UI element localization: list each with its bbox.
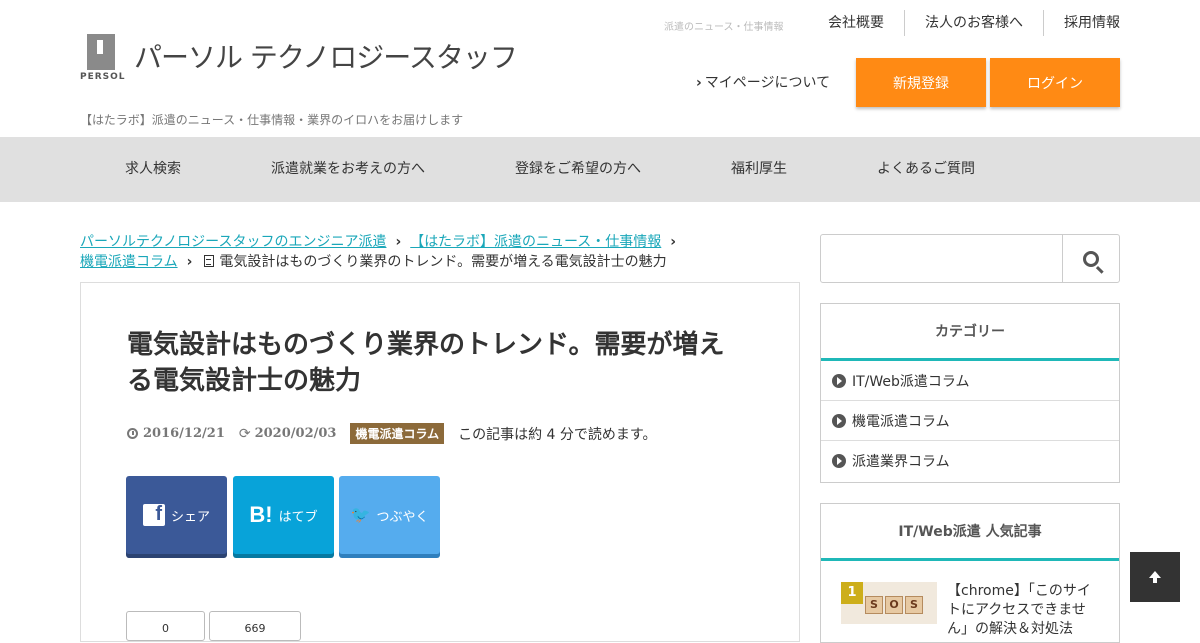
published-date: 2016/12/21: [127, 426, 225, 441]
twitter-bird-icon: 🐦: [350, 507, 371, 524]
top-links: 会社概要 法人のお客様へ 採用情報: [808, 10, 1120, 36]
register-button[interactable]: 新規登録: [856, 58, 986, 107]
arrow-up-icon: [1149, 570, 1161, 583]
category-item-label: 機電派遣コラム: [852, 413, 950, 430]
article-card: 電気設計はものづくり業界のトレンド。需要が増える電気設計士の魅力 2016/12…: [80, 282, 800, 642]
refresh-icon: ⟳: [238, 425, 251, 442]
top-link-corporate[interactable]: 法人のお客様へ: [904, 10, 1043, 36]
play-circle-icon: [832, 454, 846, 468]
published-date-text: 2016/12/21: [143, 426, 225, 441]
breadcrumb: パーソルテクノロジースタッフのエンジニア派遣 › 【はたラボ】派遣のニュース・仕事情…: [80, 232, 800, 272]
play-circle-icon: [832, 413, 846, 428]
mypage-label: マイページについて: [704, 75, 831, 91]
search-button[interactable]: [1063, 235, 1119, 282]
facebook-share-button[interactable]: f シェア: [126, 476, 227, 554]
login-button[interactable]: ログイン: [990, 58, 1120, 107]
persol-logo-icon: PERSOL: [80, 34, 126, 82]
article-meta: 2016/12/21 ⟳ 2020/02/03 機電派遣コラム この記事は約 4…: [127, 423, 657, 444]
share-count-facebook: 0: [126, 611, 205, 641]
nav-item-benefits[interactable]: 福利厚生: [731, 137, 787, 202]
back-to-top-button[interactable]: [1130, 552, 1180, 602]
site-tagline: 【はたラボ】派遣のニュース・仕事情報・業界のイロハをお届けします: [80, 113, 464, 127]
breadcrumb-link-news[interactable]: 【はたラボ】派遣のニュース・仕事情報: [410, 234, 661, 250]
hatena-bookmark-button[interactable]: B! はてブ: [233, 476, 334, 554]
rank-badge: 1: [841, 582, 863, 604]
nav-item-registration[interactable]: 登録をご希望の方へ: [515, 137, 641, 202]
site-header: PERSOL パーソル テクノロジースタッフ 【はたラボ】派遣のニュース・仕事情…: [0, 0, 1200, 137]
category-badge[interactable]: 機電派遣コラム: [350, 423, 445, 444]
article-title: 電気設計はものづくり業界のトレンド。需要が増える電気設計士の魅力: [127, 330, 725, 396]
hatena-bookmark-label: はてブ: [278, 509, 318, 525]
search-box: [820, 234, 1120, 283]
site-logo[interactable]: PERSOL パーソル テクノロジースタッフ: [80, 34, 518, 82]
share-count-hatena: 669: [209, 611, 301, 641]
search-input[interactable]: [821, 235, 1063, 282]
read-time: この記事は約 4 分で読めます。: [458, 426, 657, 443]
breadcrumb-current: 電気設計はものづくり業界のトレンド。需要が増える電気設計士の魅力: [219, 254, 667, 270]
category-item-label: IT/Web派遣コラム: [852, 373, 970, 390]
logo-text: パーソル テクノロジースタッフ: [134, 41, 518, 74]
global-nav: 求人検索 派遣就業をお考えの方へ 登録をご希望の方へ 福利厚生 よくあるご質問: [0, 137, 1200, 202]
chevron-right-icon: ›: [696, 75, 702, 91]
chevron-right-icon: ›: [186, 254, 193, 270]
popular-widget: IT/Web派遣 人気記事 S O S 1 【chrome】「このサイトにアクセ…: [820, 503, 1120, 643]
breadcrumb-link-category[interactable]: 機電派遣コラム: [80, 254, 178, 270]
top-small-text: 派遣のニュース・仕事情報: [664, 22, 784, 33]
share-counts: 0 669: [126, 611, 301, 641]
category-item-label: 派遣業界コラム: [852, 454, 950, 470]
logo-sub-text: PERSOL: [80, 72, 126, 82]
chevron-right-icon: ›: [670, 234, 677, 250]
popular-article-title: 【chrome】「このサイトにアクセスできません」の解決＆対処法: [947, 583, 1091, 637]
nav-item-job-search[interactable]: 求人検索: [125, 137, 181, 202]
category-item-itweb[interactable]: IT/Web派遣コラム: [821, 361, 1119, 401]
clock-icon: [127, 428, 138, 439]
twitter-share-label: つぶやく: [376, 509, 429, 525]
chevron-right-icon: ›: [395, 234, 402, 250]
category-widget: カテゴリー IT/Web派遣コラム 機電派遣コラム 派遣業界コラム: [820, 303, 1120, 483]
category-item-kiden[interactable]: 機電派遣コラム: [821, 401, 1119, 441]
play-circle-icon: [832, 373, 846, 388]
document-icon: [204, 255, 215, 267]
updated-date: 2020/02/03: [254, 426, 337, 441]
top-link-recruit[interactable]: 採用情報: [1043, 10, 1120, 36]
twitter-share-button[interactable]: 🐦 つぶやく: [339, 476, 440, 554]
category-widget-title: カテゴリー: [821, 304, 1119, 361]
nav-item-considering[interactable]: 派遣就業をお考えの方へ: [271, 137, 425, 202]
mypage-link[interactable]: › マイページについて: [696, 72, 830, 92]
facebook-share-label: シェア: [170, 509, 210, 525]
breadcrumb-link-home[interactable]: パーソルテクノロジースタッフのエンジニア派遣: [80, 234, 386, 250]
popular-widget-title: IT/Web派遣 人気記事: [821, 504, 1119, 561]
category-item-haken[interactable]: 派遣業界コラム: [821, 441, 1119, 481]
hatena-icon: B!: [249, 502, 273, 527]
top-link-company[interactable]: 会社概要: [808, 10, 904, 36]
search-icon: [1083, 250, 1099, 267]
nav-item-faq[interactable]: よくあるご質問: [877, 137, 975, 202]
facebook-icon: f: [142, 503, 165, 526]
